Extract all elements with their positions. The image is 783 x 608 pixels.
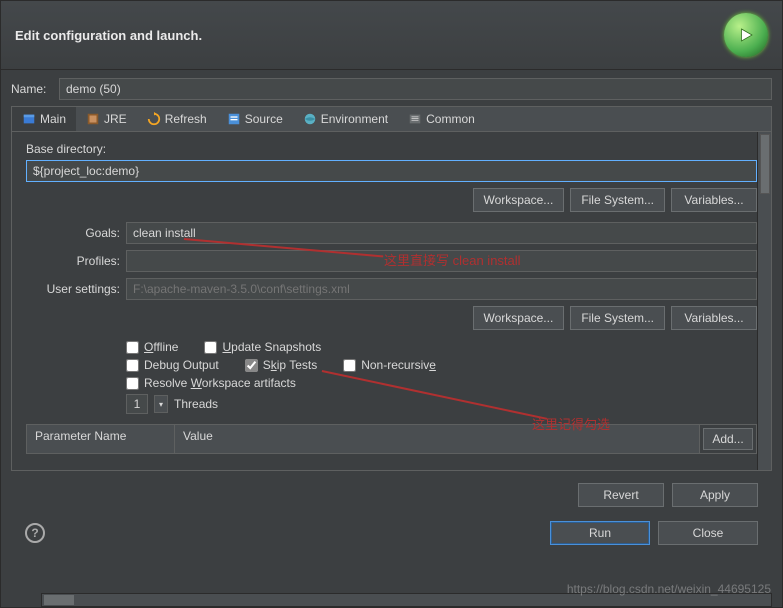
file-system-button-2[interactable]: File System... bbox=[570, 306, 665, 330]
threads-label: Threads bbox=[174, 397, 218, 411]
revert-button[interactable]: Revert bbox=[578, 483, 664, 507]
vertical-scrollbar[interactable] bbox=[757, 132, 771, 470]
close-button[interactable]: Close bbox=[658, 521, 758, 545]
apply-button[interactable]: Apply bbox=[672, 483, 758, 507]
add-button[interactable]: Add... bbox=[703, 428, 753, 450]
checkbox-area: Offline Update Snapshots Debug Output Sk… bbox=[126, 340, 757, 390]
base-dir-buttons: Workspace... File System... Variables... bbox=[26, 188, 757, 212]
goals-row: Goals: bbox=[26, 222, 757, 244]
user-settings-row: User settings: bbox=[26, 278, 757, 300]
footer-revert-apply: Revert Apply bbox=[11, 471, 772, 513]
profiles-label: Profiles: bbox=[26, 254, 120, 268]
threads-spinner[interactable]: ▾ bbox=[154, 395, 168, 413]
debug-output-checkbox[interactable]: Debug Output bbox=[126, 358, 219, 372]
threads-input[interactable] bbox=[126, 394, 148, 414]
dialog-title: Edit configuration and launch. bbox=[15, 28, 202, 43]
col-value[interactable]: Value bbox=[175, 425, 700, 453]
tab-main[interactable]: Main bbox=[12, 107, 76, 131]
name-row: Name: bbox=[11, 78, 772, 100]
help-icon[interactable]: ? bbox=[25, 523, 45, 543]
base-dir-label: Base directory: bbox=[26, 142, 757, 156]
file-system-button[interactable]: File System... bbox=[570, 188, 665, 212]
play-icon bbox=[737, 26, 755, 44]
workspace-button-2[interactable]: Workspace... bbox=[473, 306, 565, 330]
name-label: Name: bbox=[11, 82, 53, 96]
tab-jre[interactable]: JRE bbox=[76, 107, 137, 131]
workspace-button[interactable]: Workspace... bbox=[473, 188, 565, 212]
user-settings-label: User settings: bbox=[26, 282, 120, 296]
user-settings-input[interactable] bbox=[126, 278, 757, 300]
goals-label: Goals: bbox=[26, 226, 120, 240]
tab-environment[interactable]: Environment bbox=[293, 107, 398, 131]
skip-tests-checkbox[interactable]: Skip Tests bbox=[245, 358, 317, 372]
tab-env-label: Environment bbox=[321, 112, 388, 126]
refresh-tab-icon bbox=[147, 112, 161, 126]
tab-refresh-label: Refresh bbox=[165, 112, 207, 126]
table-headers: Parameter Name Value bbox=[27, 425, 700, 453]
env-tab-icon bbox=[303, 112, 317, 126]
col-parameter-name[interactable]: Parameter Name bbox=[27, 425, 175, 453]
base-dir-input[interactable] bbox=[26, 160, 757, 182]
update-snapshots-checkbox[interactable]: Update Snapshots bbox=[204, 340, 321, 354]
tab-main-label: Main bbox=[40, 112, 66, 126]
name-input[interactable] bbox=[59, 78, 772, 100]
resolve-workspace-checkbox[interactable]: Resolve Workspace artifacts bbox=[126, 376, 296, 390]
tab-source[interactable]: Source bbox=[217, 107, 293, 131]
variables-button[interactable]: Variables... bbox=[671, 188, 757, 212]
watermark: https://blog.csdn.net/weixin_44695125 bbox=[567, 582, 771, 596]
offline-checkbox[interactable]: Offline bbox=[126, 340, 178, 354]
dialog: Edit configuration and launch. Name: Mai… bbox=[0, 0, 783, 608]
common-tab-icon bbox=[408, 112, 422, 126]
tab-refresh[interactable]: Refresh bbox=[137, 107, 217, 131]
main-tab-icon bbox=[22, 112, 36, 126]
footer-run-close: ? Run Close bbox=[11, 513, 772, 559]
variables-button-2[interactable]: Variables... bbox=[671, 306, 757, 330]
parameters-table: Parameter Name Value Add... bbox=[26, 424, 757, 454]
tab-common-label: Common bbox=[426, 112, 475, 126]
jre-tab-icon bbox=[86, 112, 100, 126]
tab-source-label: Source bbox=[245, 112, 283, 126]
dialog-header: Edit configuration and launch. bbox=[1, 1, 782, 70]
tabs: Main JRE Refresh Source Environment Comm… bbox=[11, 106, 772, 131]
tab-jre-label: JRE bbox=[104, 112, 127, 126]
profiles-row: Profiles: bbox=[26, 250, 757, 272]
user-settings-buttons: Workspace... File System... Variables... bbox=[26, 306, 757, 330]
run-button[interactable]: Run bbox=[550, 521, 650, 545]
profiles-input[interactable] bbox=[126, 250, 757, 272]
run-icon bbox=[724, 13, 768, 57]
dialog-body: Name: Main JRE Refresh Source Envi bbox=[1, 70, 782, 591]
non-recursive-checkbox[interactable]: Non-recursive bbox=[343, 358, 436, 372]
source-tab-icon bbox=[227, 112, 241, 126]
tab-common[interactable]: Common bbox=[398, 107, 485, 131]
main-panel: Base directory: Workspace... File System… bbox=[11, 131, 772, 471]
